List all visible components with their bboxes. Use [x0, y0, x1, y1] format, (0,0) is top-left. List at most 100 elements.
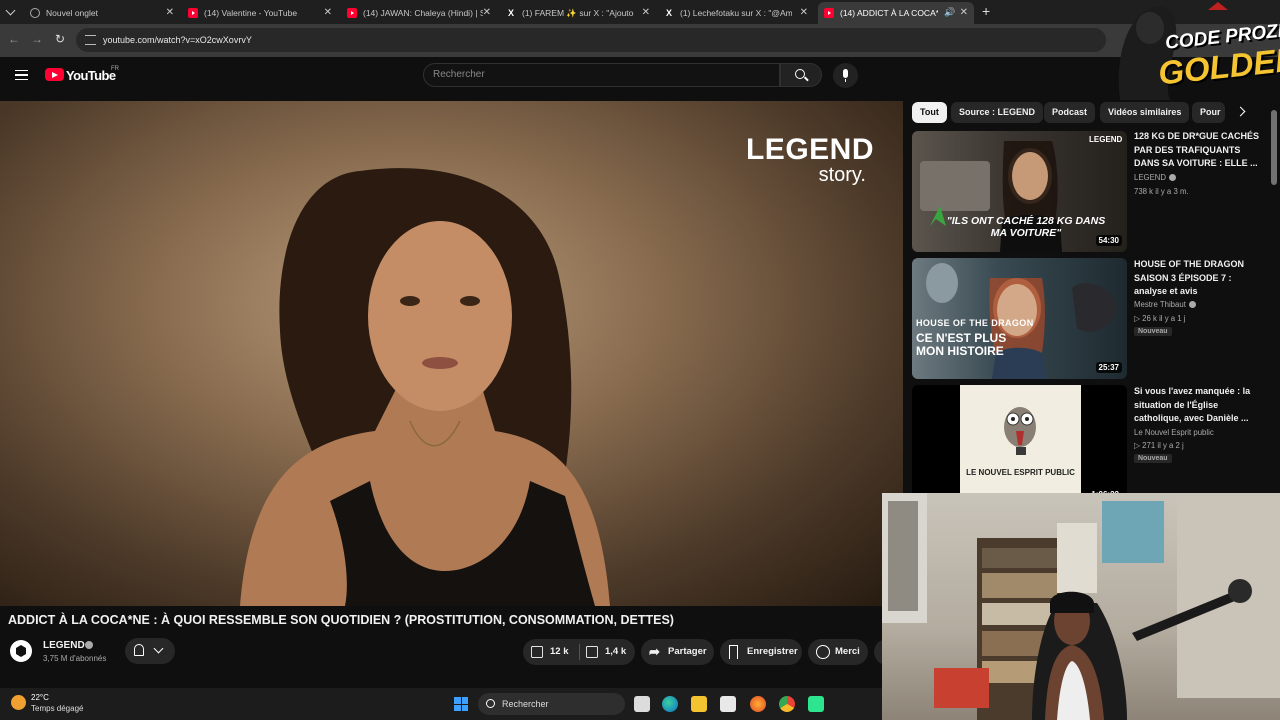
- recommendation-title[interactable]: HOUSE OF THE DRAGON SAISON 3 ÉPISODE 7 :…: [1134, 258, 1262, 299]
- verified-badge-icon: [1169, 174, 1177, 182]
- thanks-icon: [816, 645, 830, 659]
- page-scrollbar[interactable]: [1271, 110, 1277, 185]
- weather-description[interactable]: Temps dégagé: [31, 704, 83, 713]
- channel-name: LEGEND: [1134, 173, 1167, 182]
- browser-tab-valentine[interactable]: (14) Valentine - YouTube ✕: [182, 2, 338, 24]
- close-tab-icon[interactable]: ✕: [800, 7, 808, 18]
- chrome-icon[interactable]: [779, 696, 795, 712]
- browser-tab-new-tab[interactable]: Nouvel onglet ✕: [24, 2, 180, 24]
- tab-label: (14) Valentine - YouTube: [204, 8, 298, 18]
- tab-label: (1) Lechefotaku sur X : "@Ama: [680, 8, 792, 18]
- windows-start-icon[interactable]: [454, 697, 468, 711]
- taskbar-search-label: Rechercher: [502, 699, 549, 709]
- edge-icon[interactable]: [662, 696, 678, 712]
- search-button[interactable]: [780, 63, 822, 87]
- x-icon: X: [507, 8, 514, 18]
- chip-source-legend[interactable]: Source : LEGEND: [951, 102, 1044, 123]
- recommendation-thumbnail[interactable]: LEGEND "ILS ONT CACHÉ 128 KG DANS MA VOI…: [912, 131, 1127, 252]
- audio-playing-icon[interactable]: 🔊: [944, 7, 955, 18]
- forward-arrow-icon[interactable]: →: [31, 32, 43, 46]
- chevron-right-icon[interactable]: [1235, 106, 1246, 117]
- search-placeholder: Rechercher: [433, 69, 485, 80]
- country-code: FR: [111, 66, 119, 72]
- chevron-down-icon: [153, 643, 164, 654]
- voice-search-button[interactable]: [833, 63, 858, 88]
- site-settings-icon[interactable]: [85, 35, 96, 45]
- share-button[interactable]: Partager: [641, 639, 714, 665]
- back-arrow-icon[interactable]: ←: [8, 32, 20, 46]
- close-tab-icon[interactable]: ✕: [960, 7, 968, 18]
- share-icon: [649, 639, 663, 665]
- thumbnail-brand: LEGEND: [1089, 135, 1123, 144]
- youtube-logo-text[interactable]: YouTube: [66, 68, 116, 83]
- task-view-icon[interactable]: [634, 696, 650, 712]
- subscribed-notifications-button[interactable]: [125, 638, 175, 664]
- recommendation-title[interactable]: 128 KG DE DR*GUE CACHÉS PAR DES TRAFIQUA…: [1134, 130, 1262, 171]
- weather-icon[interactable]: [11, 695, 26, 710]
- thumbs-up-icon[interactable]: [531, 646, 543, 658]
- verified-badge-icon: [1188, 301, 1196, 309]
- channel-name[interactable]: LEGEND: [43, 640, 85, 651]
- hamburger-menu-icon[interactable]: [15, 70, 28, 80]
- browser-tab-farem[interactable]: X (1) FAREM ✨ sur X : "Ajoutons ✕: [500, 2, 656, 24]
- microsoft-store-icon[interactable]: [720, 696, 736, 712]
- thumbnail-caption: CE N'EST PLUS MON HISTOIRE: [916, 331, 1007, 358]
- browser-tab-lechefotaku[interactable]: X (1) Lechefotaku sur X : "@Ama ✕: [658, 2, 814, 24]
- search-input[interactable]: Rechercher: [423, 63, 780, 87]
- recommendation-channel[interactable]: Le Nouvel Esprit public: [1134, 428, 1214, 437]
- tab-label: (14) ADDICT À LA COCA*NE: [840, 8, 938, 18]
- address-bar[interactable]: youtube.com/watch?v=xO2cwXovrvY: [76, 28, 1106, 52]
- tab-label: (1) FAREM ✨ sur X : "Ajoutons: [522, 7, 634, 18]
- youtube-icon: [188, 8, 198, 18]
- browser-tab-active[interactable]: (14) ADDICT À LA COCA*NE 🔊 ✕: [818, 2, 974, 24]
- chip-podcast[interactable]: Podcast: [1044, 102, 1096, 123]
- recommendation-channel[interactable]: LEGEND: [1134, 173, 1177, 182]
- recommendation-meta: ▷ 271 il y a 2 j: [1134, 441, 1184, 450]
- watermark-title: LEGEND: [745, 133, 874, 166]
- channel-avatar[interactable]: [10, 640, 32, 662]
- close-tab-icon[interactable]: ✕: [642, 7, 650, 18]
- streamer-brand-overlay: CODE PROZIS GOLDENG: [1110, 0, 1280, 100]
- browser-tab-strip: Nouvel onglet ✕ (14) Valentine - YouTube…: [0, 0, 1280, 24]
- browser-tab-jawan[interactable]: (14) JAWAN: Chaleya (Hindi) | Sh ✕: [341, 2, 497, 24]
- like-button[interactable]: 12 k: [550, 639, 569, 665]
- close-tab-icon[interactable]: ✕: [324, 7, 332, 18]
- url-text: youtube.com/watch?v=xO2cwXovrvY: [103, 35, 252, 45]
- firefox-icon[interactable]: [750, 696, 766, 712]
- recommendation-title[interactable]: Si vous l'avez manquée : la situation de…: [1134, 385, 1262, 426]
- youtube-logo-icon[interactable]: [45, 68, 64, 81]
- dislike-button[interactable]: 1,4 k: [605, 639, 626, 665]
- close-tab-icon[interactable]: ✕: [166, 7, 174, 18]
- tab-label: (14) JAWAN: Chaleya (Hindi) | Sh: [363, 8, 483, 18]
- chip-similar-videos[interactable]: Vidéos similaires: [1100, 102, 1190, 123]
- new-tab-button[interactable]: +: [982, 3, 990, 19]
- share-label: Partager: [668, 646, 707, 657]
- close-tab-icon[interactable]: ✕: [483, 7, 491, 18]
- chip-for-you[interactable]: Pour: [1192, 102, 1225, 123]
- save-button[interactable]: Enregistrer: [720, 639, 802, 665]
- weather-temperature[interactable]: 22°C: [31, 693, 49, 702]
- recommendation-channel[interactable]: Mestre Thibaut: [1134, 300, 1196, 309]
- recommendation-thumbnail[interactable]: LE NOUVEL ESPRIT PUBLIC 1:06:22: [912, 385, 1127, 506]
- windows-taskbar: 22°C Temps dégagé Rechercher: [0, 688, 882, 720]
- taskbar-search-box[interactable]: Rechercher: [478, 693, 625, 715]
- webcam-overlay: [882, 493, 1280, 720]
- microphone-icon: [843, 69, 848, 82]
- file-explorer-icon[interactable]: [691, 696, 707, 712]
- recommendation-thumbnail[interactable]: HOUSE OF THE DRAGON CE N'EST PLUS MON HI…: [912, 258, 1127, 379]
- thumbnail-caption: LE NOUVEL ESPRIT PUBLIC: [966, 468, 1075, 477]
- tab-search-chevron-icon[interactable]: [5, 5, 16, 16]
- reload-icon[interactable]: ↻: [55, 32, 65, 46]
- thanks-button[interactable]: Merci: [808, 639, 868, 665]
- divider: [579, 644, 580, 660]
- tab-label: Nouvel onglet: [46, 8, 98, 18]
- app-icon[interactable]: [808, 696, 824, 712]
- verified-badge-icon: [85, 641, 93, 649]
- video-duration: 54:30: [1095, 235, 1122, 246]
- video-player[interactable]: LEGEND story.: [0, 101, 903, 606]
- youtube-icon: [347, 8, 357, 18]
- thumbs-down-icon[interactable]: [586, 646, 598, 658]
- bookmark-icon: [729, 645, 738, 659]
- channel-name: Mestre Thibaut: [1134, 300, 1186, 309]
- chip-all[interactable]: Tout: [912, 102, 947, 123]
